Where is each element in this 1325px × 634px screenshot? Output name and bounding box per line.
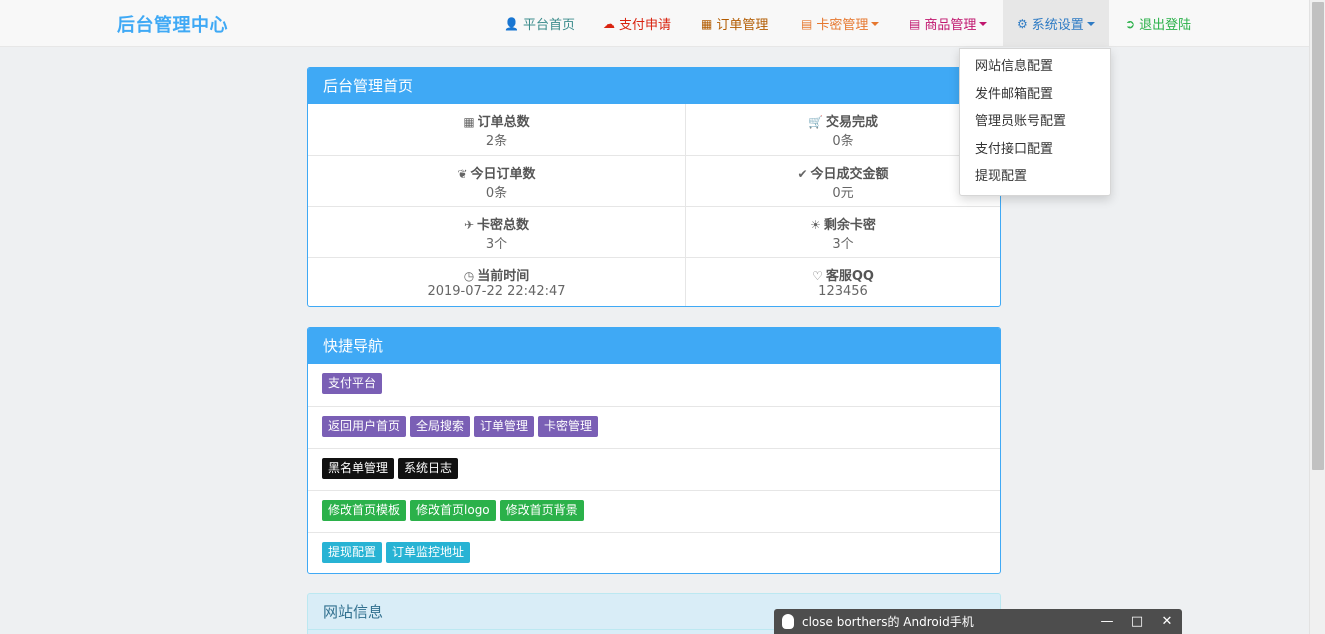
nav-logout[interactable]: ➲ 退出登陆 (1125, 0, 1191, 47)
list-icon: ▤ (801, 16, 813, 31)
nav-system-settings-label: 系统设置 (1031, 18, 1084, 33)
qq-penguin-icon (782, 614, 794, 629)
stat-today-orders: ❦ 今日订单数 0条 (308, 156, 685, 206)
clock-icon: ◷ (463, 269, 475, 283)
book-icon: ▤ (909, 16, 921, 31)
stat-label: 今日成交金额 (810, 167, 889, 182)
quicknav-row: 黑名单管理 系统日志 (308, 448, 1000, 490)
maximize-icon[interactable]: □ (1122, 614, 1152, 629)
quicknav-panel: 快捷导航 支付平台 返回用户首页 全局搜索 订单管理 卡密管理 黑名单管理 系统… (307, 327, 1001, 574)
stat-today-amount: ✔ 今日成交金额 0元 (685, 156, 1000, 206)
dropdown-item-admin-account-config[interactable]: 管理员账号配置 (960, 108, 1110, 136)
dashboard-panel: 后台管理首页 ▦ 订单总数 2条 🛒 交易完成 0条 ❦ 今日订单数 0条 ✔ 今日成交… (307, 67, 1001, 307)
dropdown-item-payment-api-config[interactable]: 支付接口配置 (960, 136, 1110, 164)
quick-link-system-log[interactable]: 系统日志 (398, 458, 459, 479)
quick-link-edit-logo[interactable]: 修改首页logo (410, 500, 496, 521)
quicknav-panel-title: 快捷导航 (308, 328, 1000, 364)
nav-products[interactable]: ▤ 商品管理 (909, 0, 988, 47)
logout-icon: ➲ (1125, 16, 1136, 31)
nav-home-label: 平台首页 (522, 18, 575, 33)
stat-label: 卡密总数 (477, 218, 530, 233)
dashboard-panel-title: 后台管理首页 (308, 68, 1000, 104)
stat-label: 客服QQ (825, 269, 874, 284)
calendar-icon: ▦ (701, 16, 713, 31)
quick-link-order-manage[interactable]: 订单管理 (474, 416, 535, 437)
quick-link-withdraw-config[interactable]: 提现配置 (322, 542, 383, 563)
page-scrollbar[interactable] (1309, 0, 1325, 634)
dropdown-item-site-info-config[interactable]: 网站信息配置 (960, 53, 1110, 81)
scrollbar-thumb[interactable] (1312, 2, 1324, 470)
stat-remaining-cards: ☀ 剩余卡密 3个 (685, 207, 1000, 257)
stat-value: 123456 (818, 284, 868, 299)
quick-link-blacklist[interactable]: 黑名单管理 (322, 458, 395, 479)
nav-orders[interactable]: ▦ 订单管理 (701, 0, 768, 47)
quick-link-user-home[interactable]: 返回用户首页 (322, 416, 407, 437)
quicknav-row: 修改首页模板 修改首页logo 修改首页背景 (308, 490, 1000, 532)
stat-value: 3个 (485, 237, 508, 252)
plane-icon: ✈ (463, 218, 475, 232)
close-icon[interactable]: ✕ (1152, 614, 1182, 629)
quick-link-global-search[interactable]: 全局搜索 (410, 416, 471, 437)
grid-icon: ▦ (463, 115, 475, 129)
nav-home[interactable]: 👤 平台首页 (504, 0, 575, 47)
chevron-down-icon (979, 21, 988, 26)
sun-icon: ☀ (810, 218, 821, 232)
minimize-icon[interactable]: — (1092, 614, 1122, 629)
nav-payment-apply-label: 支付申请 (619, 18, 672, 33)
stat-label: 订单总数 (477, 115, 530, 130)
quicknav-row: 提现配置 订单监控地址 (308, 532, 1000, 573)
qq-chat-popup[interactable]: close borthers的 Android手机 — □ ✕ (774, 609, 1182, 634)
cloud-icon: ☁ (603, 16, 615, 31)
stat-total-cards: ✈ 卡密总数 3个 (308, 207, 685, 257)
quicknav-rows: 支付平台 返回用户首页 全局搜索 订单管理 卡密管理 黑名单管理 系统日志 修改… (308, 364, 1000, 573)
stat-value: 2019-07-22 22:42:47 (427, 284, 566, 299)
leaf-icon: ❦ (457, 167, 468, 181)
nav-products-label: 商品管理 (924, 18, 977, 33)
cart-icon: 🛒 (808, 115, 823, 129)
system-settings-dropdown: 网站信息配置 发件邮箱配置 管理员账号配置 支付接口配置 提现配置 (959, 48, 1111, 196)
qq-popup-title: close borthers的 Android手机 (802, 615, 974, 629)
stat-value: 0条 (485, 186, 508, 201)
dropdown-item-email-config[interactable]: 发件邮箱配置 (960, 81, 1110, 109)
nav-payment-apply[interactable]: ☁ 支付申请 (603, 0, 671, 47)
chevron-down-icon (1086, 21, 1095, 26)
stat-value: 0元 (832, 186, 854, 201)
nav-orders-label: 订单管理 (716, 18, 769, 33)
stats-row: ◷ 当前时间 2019-07-22 22:42:47 ♡ 客服QQ 123456 (308, 257, 1000, 306)
nav-system-settings[interactable]: ⚙ 系统设置 (1003, 0, 1109, 47)
stat-label: 剩余卡密 (823, 218, 876, 233)
user-icon: 👤 (504, 16, 519, 31)
top-navbar: 后台管理中心 👤 平台首页 ☁ 支付申请 ▦ 订单管理 ▤ 卡密管理 ▤ 商品管… (0, 0, 1309, 47)
stat-current-time: ◷ 当前时间 2019-07-22 22:42:47 (308, 258, 685, 306)
nav-logout-label: 退出登陆 (1139, 18, 1192, 33)
quick-link-payment-platform[interactable]: 支付平台 (322, 373, 383, 394)
stat-total-orders: ▦ 订单总数 2条 (308, 104, 685, 155)
stat-label: 交易完成 (825, 115, 878, 130)
quicknav-row: 支付平台 (308, 364, 1000, 406)
stat-completed-trades: 🛒 交易完成 0条 (685, 104, 1000, 155)
gear-icon: ⚙ (1017, 16, 1028, 31)
stats-table: ▦ 订单总数 2条 🛒 交易完成 0条 ❦ 今日订单数 0条 ✔ 今日成交金额 0元 ✈… (308, 104, 1000, 306)
dropdown-item-withdraw-config[interactable]: 提现配置 (960, 163, 1110, 191)
quicknav-row: 返回用户首页 全局搜索 订单管理 卡密管理 (308, 406, 1000, 448)
quick-link-card-manage[interactable]: 卡密管理 (538, 416, 599, 437)
brand-title[interactable]: 后台管理中心 (117, 11, 228, 37)
stat-support-qq: ♡ 客服QQ 123456 (685, 258, 1000, 306)
quick-link-order-monitor-url[interactable]: 订单监控地址 (386, 542, 471, 563)
stats-row: ▦ 订单总数 2条 🛒 交易完成 0条 (308, 104, 1000, 155)
check-icon: ✔ (797, 167, 808, 181)
stat-label: 今日订单数 (470, 167, 536, 182)
quick-link-edit-background[interactable]: 修改首页背景 (499, 500, 584, 521)
stat-label: 当前时间 (477, 269, 530, 284)
heart-icon: ♡ (812, 269, 823, 283)
nav-cards-label: 卡密管理 (816, 18, 869, 33)
stats-row: ✈ 卡密总数 3个 ☀ 剩余卡密 3个 (308, 206, 1000, 257)
stats-row: ❦ 今日订单数 0条 ✔ 今日成交金额 0元 (308, 155, 1000, 206)
stat-value: 0条 (832, 134, 854, 149)
quick-link-edit-template[interactable]: 修改首页模板 (322, 500, 407, 521)
stat-value: 3个 (832, 237, 854, 252)
nav-cards[interactable]: ▤ 卡密管理 (801, 0, 880, 47)
stat-value: 2条 (485, 134, 508, 149)
chevron-down-icon (871, 21, 880, 26)
